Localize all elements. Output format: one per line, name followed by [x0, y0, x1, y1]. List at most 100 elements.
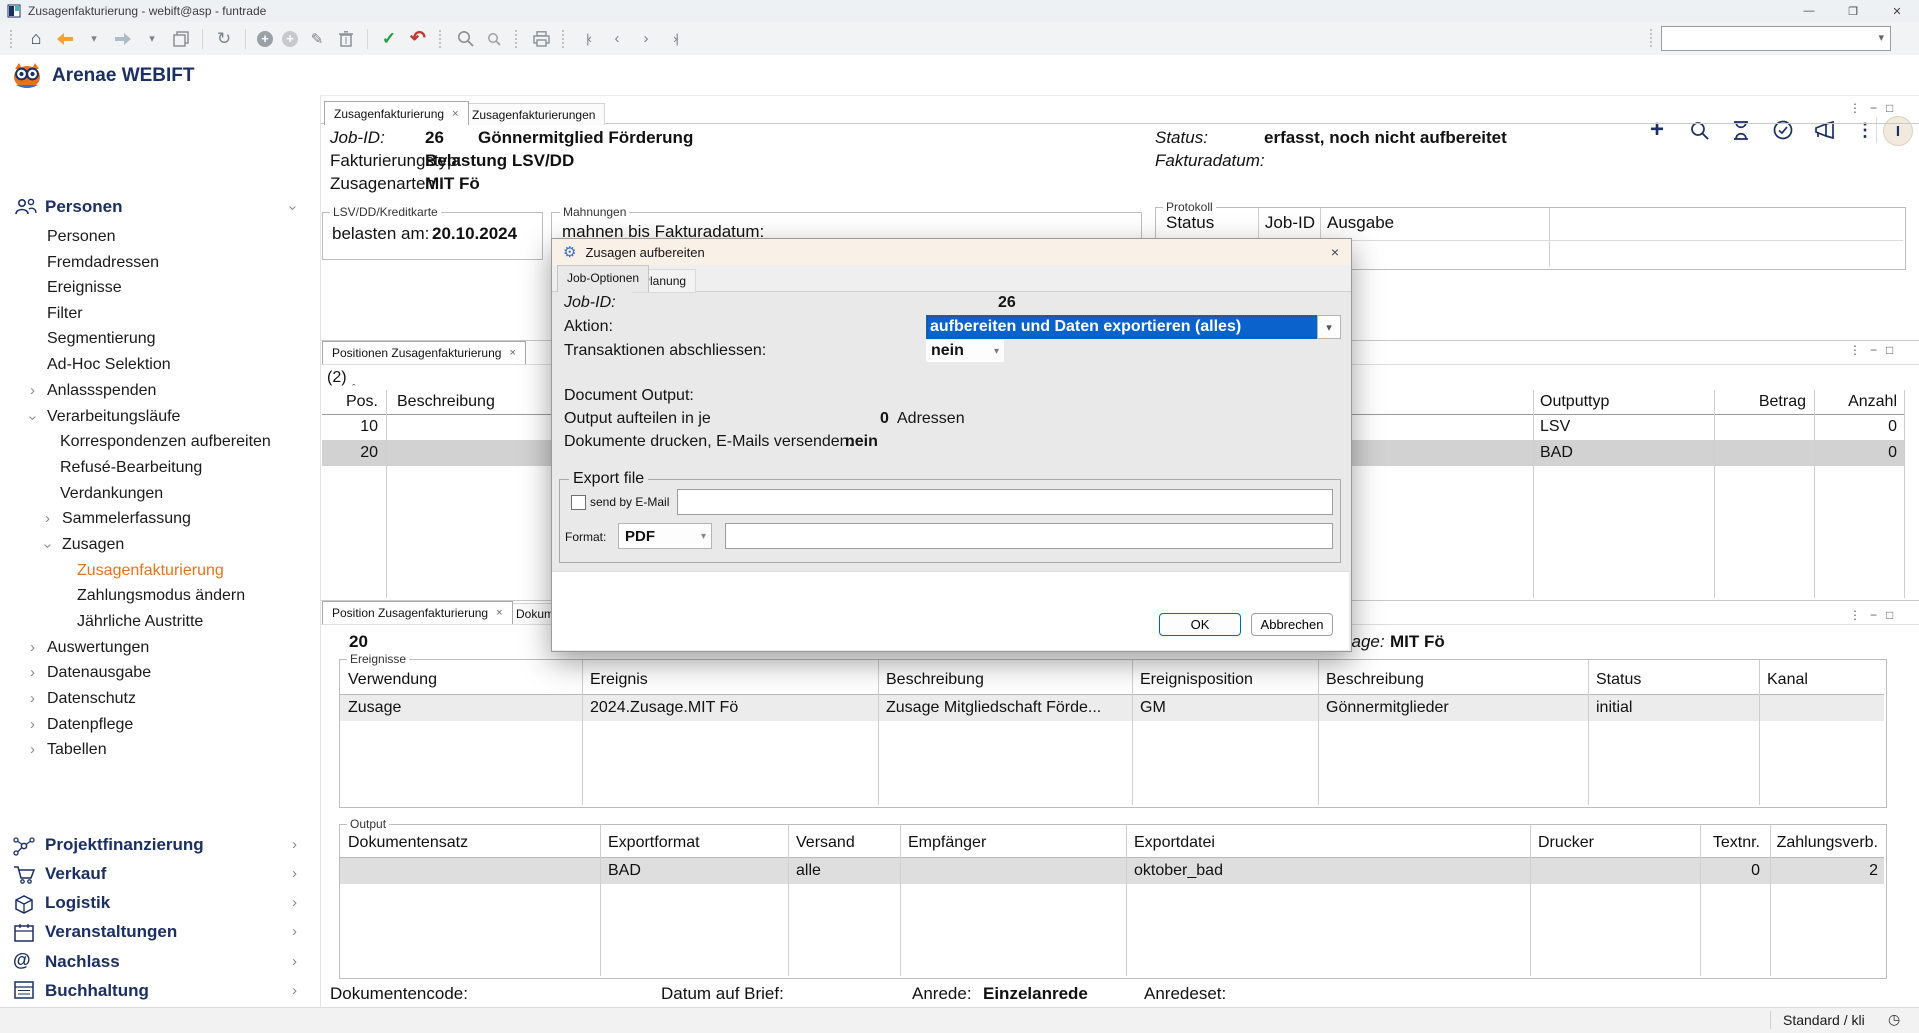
undo-icon[interactable]: ↶	[408, 29, 428, 49]
output-header-textnr[interactable]: Textnr.	[1700, 834, 1760, 852]
close-icon[interactable]: ✕	[1875, 0, 1919, 22]
sidebar-module-veranstaltungen[interactable]: Veranstaltungen	[45, 920, 177, 944]
output-header-drucker[interactable]: Drucker	[1538, 834, 1594, 852]
hourglass-icon[interactable]	[1729, 118, 1753, 142]
close-icon[interactable]: ×	[496, 607, 502, 619]
panel-minimize-icon[interactable]: −	[1870, 608, 1877, 622]
chevron-right-icon[interactable]: ›	[30, 386, 35, 396]
output-header-dokumentensatz[interactable]: Dokumentensatz	[348, 834, 468, 852]
chevron-right-icon[interactable]: ›	[292, 898, 297, 908]
sidebar-item-fremdadressen[interactable]: Fremdadressen	[47, 252, 159, 274]
sidebar-item-anlassspenden[interactable]: Anlassspenden	[47, 380, 156, 402]
print-icon[interactable]	[531, 29, 551, 49]
next-record-icon[interactable]: ›	[636, 29, 656, 49]
panel-maximize-icon[interactable]: □	[1886, 608, 1893, 622]
protokoll-header-ausgabe[interactable]: Ausgabe	[1327, 213, 1394, 233]
chevron-right-icon[interactable]: ›	[292, 927, 297, 937]
chevron-right-icon[interactable]: ›	[292, 957, 297, 967]
panel-menu-icon[interactable]: ⋮	[1849, 343, 1861, 357]
positions-header-anzahl[interactable]: Anzahl	[1814, 393, 1897, 411]
sidebar-item-tabellen[interactable]: Tabellen	[47, 739, 107, 761]
chevron-down-icon[interactable]: ›	[288, 206, 298, 211]
close-icon[interactable]: ×	[452, 108, 458, 120]
ereignisse-header-beschreibung[interactable]: Beschreibung	[886, 671, 984, 689]
tab-job-optionen[interactable]: Job-Optionen	[557, 265, 649, 292]
panel-menu-icon[interactable]: ⋮	[1849, 101, 1861, 115]
output-header-exportdatei[interactable]: Exportdatei	[1134, 834, 1215, 852]
previous-record-icon[interactable]: ‹	[607, 29, 627, 49]
cancel-button[interactable]: Abbrechen	[1251, 613, 1333, 636]
sidebar-item-zusagen[interactable]: Zusagen	[62, 534, 124, 556]
sidebar-item-sammelerfassung[interactable]: Sammelerfassung	[62, 508, 191, 530]
back-icon[interactable]	[55, 29, 75, 49]
sidebar-item-ereignisse[interactable]: Ereignisse	[47, 277, 122, 299]
protokoll-header-jobid[interactable]: Job-ID	[1262, 213, 1315, 233]
avatar[interactable]: I	[1883, 116, 1913, 146]
tab-position-zusagenfakturierung[interactable]: Position Zusagenfakturierung ×	[322, 601, 513, 624]
export-email-input[interactable]	[677, 489, 1333, 515]
forward-dropdown-icon[interactable]: ▾	[142, 29, 162, 49]
last-record-icon[interactable]: ›|	[665, 29, 685, 49]
kebab-menu-icon[interactable]: ⋮	[1853, 118, 1877, 142]
send-by-email-checkbox[interactable]	[571, 495, 586, 510]
sidebar-item-zusagenfakturierung-active[interactable]: Zusagenfakturierung	[77, 560, 224, 582]
sidebar-module-nachlass[interactable]: Nachlass	[45, 950, 120, 974]
sidebar-item-datenschutz[interactable]: Datenschutz	[47, 688, 136, 710]
chevron-right-icon[interactable]: ›	[292, 986, 297, 996]
chevron-right-icon[interactable]: ›	[292, 840, 297, 850]
chevron-down-icon[interactable]: ▾	[1878, 31, 1884, 44]
tab-zusagenfakturierung[interactable]: Zusagenfakturierung ×	[324, 101, 469, 125]
confirm-icon[interactable]: ✓	[379, 29, 399, 49]
sidebar-item-jaehrliche-austritte[interactable]: Jährliche Austritte	[77, 611, 203, 633]
search-large-icon[interactable]	[455, 29, 475, 49]
close-icon[interactable]: ×	[1331, 244, 1339, 260]
tab-zusagenfakturierungen[interactable]: Zusagenfakturierungen	[462, 103, 605, 125]
sidebar-item-segmentierung[interactable]: Segmentierung	[47, 328, 156, 350]
check-circle-icon[interactable]	[1771, 118, 1795, 142]
refresh-icon[interactable]: ↻	[214, 29, 234, 49]
output-header-zahlungsverb[interactable]: Zahlungsverb.	[1772, 834, 1878, 852]
transaktionen-select[interactable]: nein ▾	[926, 340, 1004, 362]
minimize-icon[interactable]: —	[1787, 0, 1831, 22]
table-row-selected[interactable]: BAD alle oktober_bad 0 2	[340, 858, 1884, 884]
protokoll-header-status[interactable]: Status	[1166, 213, 1214, 233]
panel-maximize-icon[interactable]: □	[1886, 343, 1893, 357]
sidebar-module-verkauf[interactable]: Verkauf	[45, 862, 106, 886]
search-small-icon[interactable]	[484, 29, 504, 49]
chevron-right-icon[interactable]: ›	[30, 668, 35, 678]
panel-maximize-icon[interactable]: □	[1886, 101, 1893, 115]
output-header-exportformat[interactable]: Exportformat	[608, 834, 700, 852]
table-row-selected[interactable]: Zusage 2024.Zusage.MIT Fö Zusage Mitglie…	[340, 695, 1884, 721]
new-window-icon[interactable]	[171, 29, 191, 49]
megaphone-icon[interactable]	[1813, 118, 1837, 142]
sidebar-item-datenausgabe[interactable]: Datenausgabe	[47, 662, 151, 684]
positions-header-outputtyp[interactable]: Outputtyp	[1540, 393, 1609, 411]
close-icon[interactable]: ×	[509, 347, 515, 359]
sidebar-item-filter[interactable]: Filter	[47, 303, 83, 325]
forward-icon[interactable]	[113, 29, 133, 49]
sidebar-section-personen[interactable]: Personen	[45, 196, 122, 218]
sidebar-item-korrespondenzen[interactable]: Korrespondenzen aufbereiten	[60, 431, 271, 453]
clock-icon[interactable]: ◷	[1888, 1011, 1900, 1028]
export-file-input[interactable]	[725, 523, 1333, 549]
sidebar-module-logistik[interactable]: Logistik	[45, 891, 110, 915]
ereignisse-header-beschreibung2[interactable]: Beschreibung	[1326, 671, 1424, 689]
delete-icon[interactable]	[336, 29, 356, 49]
panel-minimize-icon[interactable]: −	[1870, 101, 1877, 115]
sidebar-item-adhoc-selektion[interactable]: Ad-Hoc Selektion	[47, 354, 171, 376]
maximize-icon[interactable]: ❐	[1831, 0, 1875, 22]
chevron-down-icon[interactable]: ›	[28, 416, 38, 421]
sidebar-module-projektfinanzierung[interactable]: Projektfinanzierung	[45, 833, 204, 857]
aktion-select[interactable]: aufbereiten und Daten exportieren (alles…	[926, 315, 1321, 339]
ereignisse-header-verwendung[interactable]: Verwendung	[348, 671, 437, 689]
sidebar-item-zahlungsmodus[interactable]: Zahlungsmodus ändern	[77, 585, 245, 607]
sidebar-item-verdankungen[interactable]: Verdankungen	[60, 483, 163, 505]
first-record-icon[interactable]: |‹	[578, 29, 598, 49]
chevron-right-icon[interactable]: ›	[30, 694, 35, 704]
edit-icon[interactable]: ✎	[307, 29, 327, 49]
format-select[interactable]: PDF ▾	[618, 523, 712, 549]
positions-header-pos[interactable]: Pos.	[328, 393, 378, 411]
chevron-right-icon[interactable]: ›	[292, 869, 297, 879]
sidebar-item-auswertungen[interactable]: Auswertungen	[47, 637, 149, 659]
back-dropdown-icon[interactable]: ▾	[84, 29, 104, 49]
